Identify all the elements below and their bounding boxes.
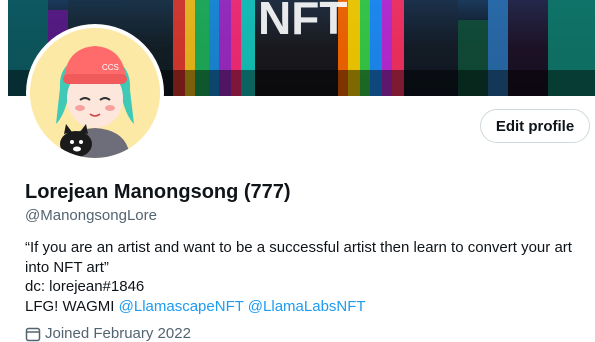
avatar-border[interactable]: CCS: [26, 24, 164, 162]
bio-line-mentions: LFG! WAGMI @LlamascapeNFT @LlamaLabsNFT: [25, 297, 590, 317]
profile-name: Lorejean Manongsong (777): [25, 181, 291, 203]
profile-bio: “If you are an artist and want to be a s…: [25, 238, 590, 316]
joined-text: Joined February 2022: [45, 325, 191, 342]
calendar-icon: [25, 327, 41, 341]
bio-text: LFG! WAGMI: [25, 297, 115, 315]
joined-date: Joined February 2022: [25, 325, 191, 342]
mention-link-llamascape[interactable]: @LlamascapeNFT: [119, 298, 244, 315]
cartoon-girl-avatar: CCS: [30, 28, 160, 158]
svg-text:CCS: CCS: [102, 63, 119, 72]
profile-handle: @ManongsongLore: [25, 207, 157, 224]
bio-line: dc: lorejean#1846: [25, 278, 145, 295]
page-left-edge: [0, 0, 8, 335]
bio-line: into NFT art”: [25, 258, 109, 276]
avatar[interactable]: CCS: [30, 28, 160, 158]
banner-text: NFT: [258, 0, 347, 44]
mention-link-llamalabs[interactable]: @LlamaLabsNFT: [248, 298, 366, 315]
edit-profile-button[interactable]: Edit profile: [480, 109, 590, 143]
bio-line: “If you are an artist and want to be a s…: [25, 239, 572, 256]
